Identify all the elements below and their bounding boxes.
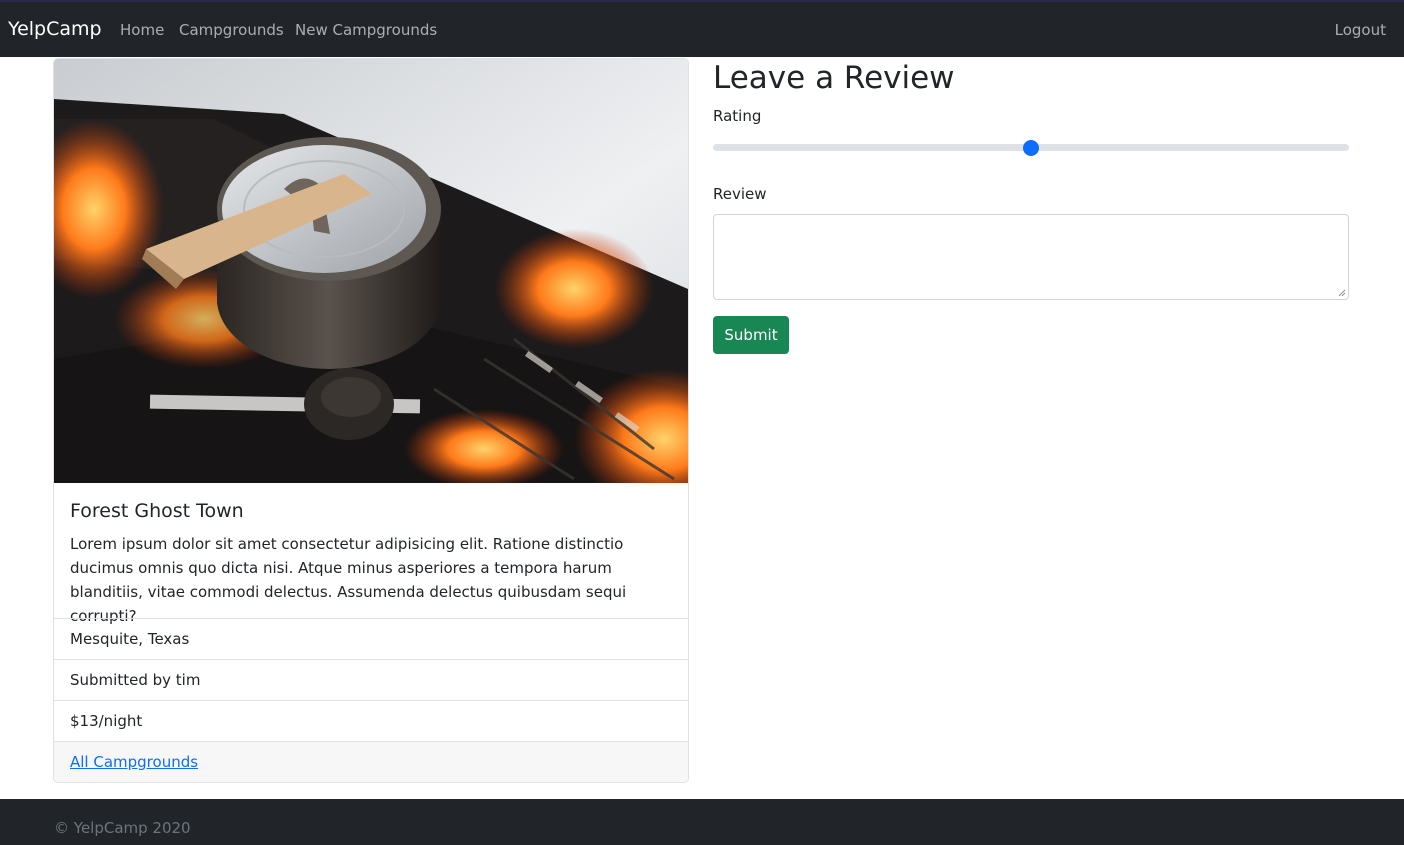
campground-author: Submitted by tim (54, 659, 688, 700)
campground-description: Lorem ipsum dolor sit amet consectetur a… (70, 535, 627, 625)
campground-price: $13/night (54, 700, 688, 741)
review-label: Review (713, 185, 767, 203)
campground-image (54, 59, 688, 483)
footer: © YelpCamp 2020 (0, 799, 1404, 845)
card-footer: All Campgrounds (54, 741, 688, 782)
navbar: YelpCamp Home Campgrounds New Campground… (0, 2, 1404, 57)
review-textarea[interactable] (713, 214, 1349, 300)
campground-title: Forest Ghost Town (70, 500, 244, 522)
nav-link-home[interactable]: Home (120, 21, 164, 39)
footer-copyright: © YelpCamp 2020 (54, 819, 191, 837)
review-heading: Leave a Review (713, 60, 955, 96)
brand-link[interactable]: YelpCamp (8, 18, 102, 40)
nav-link-campgrounds[interactable]: Campgrounds (179, 21, 284, 39)
submit-review-button[interactable]: Submit (713, 316, 789, 354)
all-campgrounds-link[interactable]: All Campgrounds (70, 753, 198, 771)
campground-card: Forest Ghost Town Lorem ipsum dolor sit … (53, 58, 689, 783)
rating-slider-thumb[interactable] (1023, 140, 1039, 156)
nav-link-new-campground[interactable]: New Campgrounds (295, 21, 437, 39)
rating-slider[interactable] (713, 140, 1349, 156)
campground-location: Mesquite, Texas (54, 618, 688, 659)
rating-label: Rating (713, 107, 762, 125)
resize-grip-icon[interactable] (1338, 289, 1346, 297)
logout-link[interactable]: Logout (1335, 21, 1386, 39)
